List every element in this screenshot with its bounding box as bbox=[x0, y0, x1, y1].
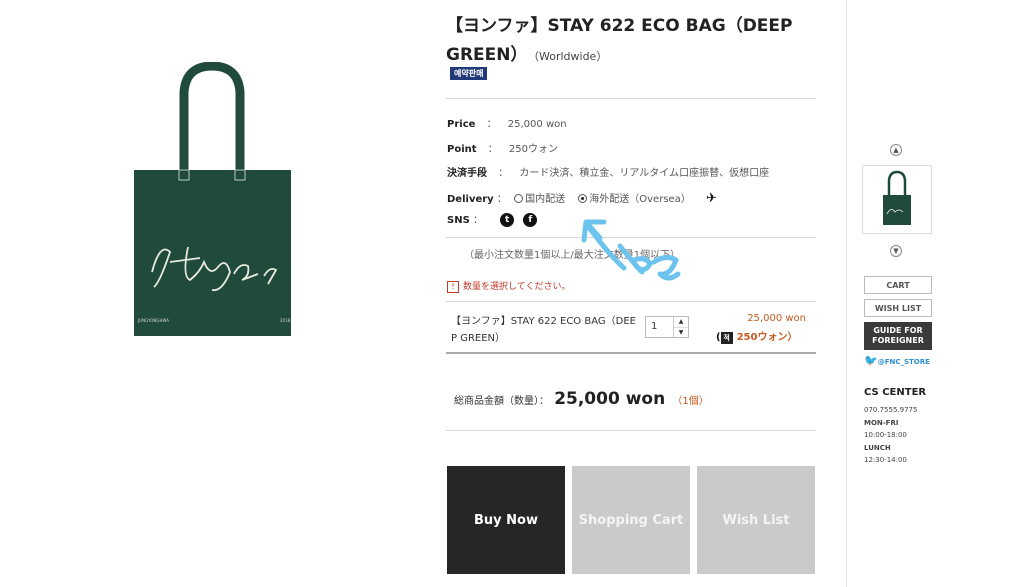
delivery-domestic-radio[interactable] bbox=[514, 194, 524, 203]
delivery-overseas-radio[interactable] bbox=[578, 194, 588, 203]
guide-for-foreigner-button[interactable]: GUIDE FOR FOREIGNER bbox=[864, 322, 932, 350]
separator: ： bbox=[486, 119, 497, 130]
chevron-down-icon[interactable]: ▼ bbox=[890, 245, 902, 257]
cs-lunch-label: LUNCH bbox=[864, 443, 891, 452]
divider bbox=[446, 98, 816, 99]
delivery-overseas-label[interactable]: 海外配送（Oversea） bbox=[589, 194, 691, 205]
total-value: 25,000 won bbox=[554, 389, 666, 409]
payment-row: 決済手段 ： カード決済、積立金、リアルタイム口座振替、仮想口座 bbox=[447, 164, 769, 179]
total-row: 総商品金額（数量）： 25,000 won （1個） bbox=[454, 389, 709, 409]
tote-bag-thumbnail bbox=[883, 170, 911, 225]
arrow-annotation-icon bbox=[581, 219, 681, 281]
sidebar-wishlist-button[interactable]: WISH LIST bbox=[864, 299, 932, 317]
order-item-name-line2: P GREEN） bbox=[451, 333, 506, 344]
order-item-point-value: 250ウォン） bbox=[736, 332, 798, 343]
point-icon: 적 bbox=[720, 332, 733, 344]
sidebar-divider bbox=[846, 0, 847, 587]
guide-line2: FOREIGNER bbox=[872, 336, 924, 345]
image-year: 2018 bbox=[280, 318, 291, 323]
delivery-domestic-label[interactable]: 国内配送 bbox=[525, 194, 565, 205]
price-row: Price ： 25,000 won bbox=[447, 115, 567, 130]
twitter-bird-icon: 🐦 bbox=[864, 354, 878, 367]
chevron-up-icon[interactable]: ▲ bbox=[890, 144, 902, 156]
separator: ： bbox=[487, 144, 498, 155]
image-subtext: JUNGYONGHWA bbox=[137, 318, 169, 323]
cs-phone: 070.7555.9775 bbox=[864, 406, 918, 414]
payment-label: 決済手段 bbox=[447, 168, 487, 179]
payment-value: カード決済、積立金、リアルタイム口座振替、仮想口座 bbox=[519, 168, 770, 179]
twitter-handle: @FNC_STORE bbox=[877, 358, 930, 366]
quantity-stepper[interactable]: 1 ▲ ▼ bbox=[645, 316, 689, 338]
facebook-share-icon[interactable]: f bbox=[523, 213, 538, 227]
guide-line1: GUIDE FOR bbox=[873, 326, 923, 335]
separator: ： bbox=[498, 168, 509, 179]
cs-lunch: 12:30-14:00 bbox=[864, 456, 907, 464]
quantity-down-icon[interactable]: ▼ bbox=[674, 328, 688, 337]
price-label: Price bbox=[447, 119, 476, 130]
point-label: Point bbox=[447, 144, 477, 155]
product-title: 【ヨンファ】STAY 622 ECO BAG（DEEP GREEN） （World… bbox=[446, 12, 826, 71]
buy-now-button[interactable]: Buy Now bbox=[447, 466, 565, 574]
cs-center-details: 070.7555.9775 MON-FRI 10:00-18:00 LUNCH … bbox=[864, 404, 917, 467]
divider bbox=[446, 352, 816, 354]
product-region: （Worldwide） bbox=[533, 50, 608, 63]
point-row: Point ： 250ウォン bbox=[447, 140, 558, 155]
quantity-value: 1 bbox=[651, 321, 658, 332]
price-value: 25,000 won bbox=[507, 119, 567, 130]
airplane-icon: ✈ bbox=[706, 191, 717, 206]
order-item-name-line1: 【ヨンファ】STAY 622 ECO BAG（DEE bbox=[451, 316, 636, 327]
sns-label: SNS bbox=[447, 215, 470, 226]
total-count: （1個） bbox=[672, 396, 709, 407]
order-item-price: 25,000 won bbox=[747, 313, 806, 324]
quantity-up-icon[interactable]: ▲ bbox=[674, 317, 688, 328]
divider bbox=[446, 301, 816, 302]
sns-row: SNS ： t f bbox=[447, 211, 538, 227]
quantity-arrows: ▲ ▼ bbox=[673, 317, 688, 337]
total-label: 総商品金額（数量）： bbox=[454, 396, 549, 407]
cs-hours: 10:00-18:00 bbox=[864, 431, 907, 439]
tote-bag-image: JUNGYONGHWA 2018 bbox=[134, 61, 291, 336]
order-item-point: (적 250ウォン） bbox=[716, 332, 798, 344]
wish-list-button[interactable]: Wish List bbox=[697, 466, 815, 574]
twitter-share-icon[interactable]: t bbox=[500, 213, 515, 227]
alert-icon: ! bbox=[447, 281, 459, 293]
recent-item-thumbnail[interactable] bbox=[862, 165, 932, 234]
separator: ： bbox=[472, 215, 483, 226]
twitter-link[interactable]: 🐦@FNC_STORE bbox=[864, 354, 930, 367]
divider bbox=[446, 430, 816, 431]
product-title-text: 【ヨンファ】STAY 622 ECO BAG（DEEP GREEN） bbox=[446, 16, 793, 65]
sidebar-cart-button[interactable]: CART bbox=[864, 276, 932, 294]
shopping-cart-button[interactable]: Shopping Cart bbox=[572, 466, 690, 574]
delivery-label: Delivery bbox=[447, 194, 494, 205]
order-item-name: 【ヨンファ】STAY 622 ECO BAG（DEE P GREEN） bbox=[451, 313, 643, 347]
point-value: 250ウォン bbox=[508, 144, 558, 155]
delivery-row: Delivery ： 国内配送 海外配送（Oversea） ✈ bbox=[447, 190, 717, 206]
warning-text: 数量を選択してください。 bbox=[463, 282, 571, 292]
separator: ： bbox=[496, 194, 507, 205]
preorder-badge: 예약판매 bbox=[450, 67, 488, 80]
product-image: JUNGYONGHWA 2018 bbox=[130, 61, 295, 340]
cs-center-title: CS CENTER bbox=[864, 387, 927, 398]
cs-days: MON-FRI bbox=[864, 418, 899, 427]
quantity-warning: ! 数量を選択してください。 bbox=[447, 279, 570, 293]
